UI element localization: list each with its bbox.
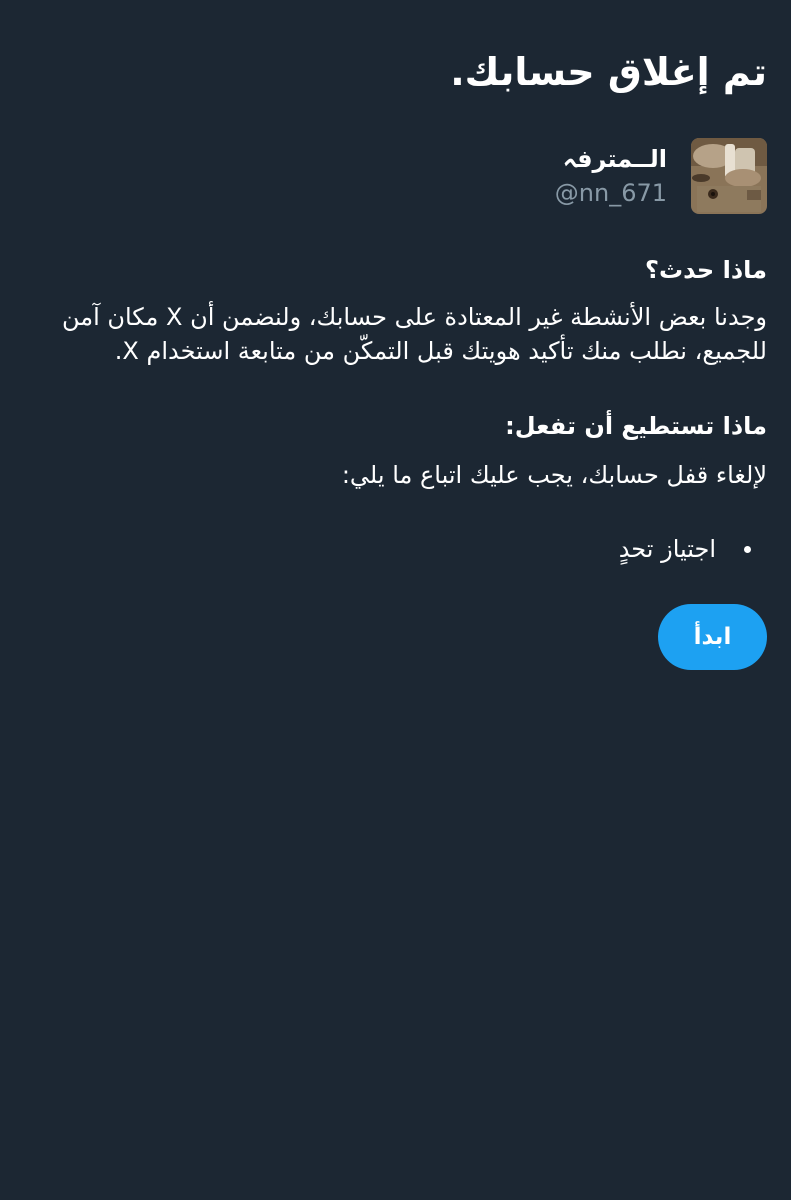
profile-photo-icon — [691, 138, 767, 214]
what-happened-heading: ماذا حدث؟ — [645, 256, 767, 284]
description-line: وجدنا بعض الأنشطة غير المعتادة على حسابك… — [61, 303, 767, 331]
unlock-instruction: لإلغاء قفل حسابك، يجب عليك اتباع ما يلي: — [341, 461, 767, 489]
bullet-icon — [744, 545, 751, 553]
locked-account-page: تم إغلاق حسابك. الــمترفہ @nn_671 ماذا ح… — [0, 0, 791, 1200]
start-button[interactable]: ابدأ — [658, 604, 767, 670]
step-label: اجتياز تحدٍ — [618, 535, 716, 563]
what-you-can-do-heading: ماذا تستطيع أن تفعل: — [505, 412, 767, 440]
display-name: الــمترفہ — [562, 145, 667, 173]
description-line: للجميع، نطلب منك تأكيد هويتك قبل التمكّن… — [114, 337, 767, 365]
account-handle: @nn_671 — [554, 179, 667, 207]
avatar — [691, 138, 767, 214]
what-happened-description: وجدنا بعض الأنشطة غير المعتادة على حسابك… — [60, 300, 767, 368]
account-profile: الــمترفہ @nn_671 — [555, 137, 767, 215]
list-item: اجتياز تحدٍ — [619, 532, 751, 566]
page-title: تم إغلاق حسابك. — [450, 50, 767, 94]
account-names: الــمترفہ @nn_671 — [555, 142, 667, 210]
